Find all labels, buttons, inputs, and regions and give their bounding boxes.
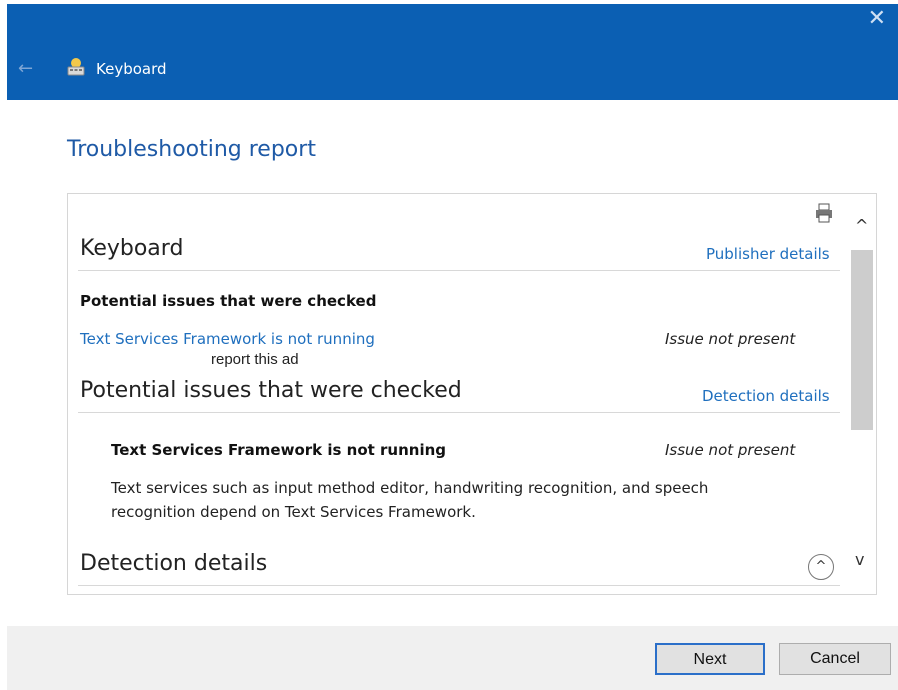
report-ad-link[interactable]: report this ad xyxy=(211,351,299,368)
scroll-thumb[interactable] xyxy=(851,250,873,430)
issue-description: Text services such as input method edito… xyxy=(111,479,709,521)
window-left-edge xyxy=(0,0,7,100)
checked-label: Potential issues that were checked xyxy=(80,292,377,310)
page-title: Troubleshooting report xyxy=(67,137,316,162)
detection-details-link[interactable]: Detection details xyxy=(702,387,830,405)
scroll-down-icon[interactable]: v xyxy=(855,550,864,569)
window-title: Keyboard xyxy=(96,60,167,78)
keyboard-troubleshooter-icon xyxy=(67,58,85,76)
publisher-details-link[interactable]: Publisher details xyxy=(706,245,830,263)
divider xyxy=(78,270,840,271)
detection-heading: Detection details xyxy=(80,551,268,576)
title-bar xyxy=(0,0,898,100)
section-heading: Potential issues that were checked xyxy=(80,378,462,403)
divider xyxy=(78,412,840,413)
divider xyxy=(78,585,840,586)
issue-status: Issue not present xyxy=(665,330,796,348)
report-heading: Keyboard xyxy=(80,236,184,261)
print-icon[interactable] xyxy=(813,202,835,224)
close-icon[interactable]: ✕ xyxy=(868,8,886,30)
scroll-up-icon[interactable]: ^ xyxy=(855,216,868,235)
next-button[interactable]: Next xyxy=(655,643,765,675)
collapse-icon[interactable]: ^ xyxy=(808,554,834,580)
back-arrow-icon[interactable]: ← xyxy=(18,58,33,79)
issue-title: Text Services Framework is not running xyxy=(111,441,447,459)
issue-status-2: Issue not present xyxy=(665,441,796,459)
window-top-edge xyxy=(0,0,898,4)
cancel-button[interactable]: Cancel xyxy=(779,643,891,675)
issue-link[interactable]: Text Services Framework is not running xyxy=(80,330,375,348)
report-panel: Keyboard Publisher details Potential iss… xyxy=(67,193,877,595)
